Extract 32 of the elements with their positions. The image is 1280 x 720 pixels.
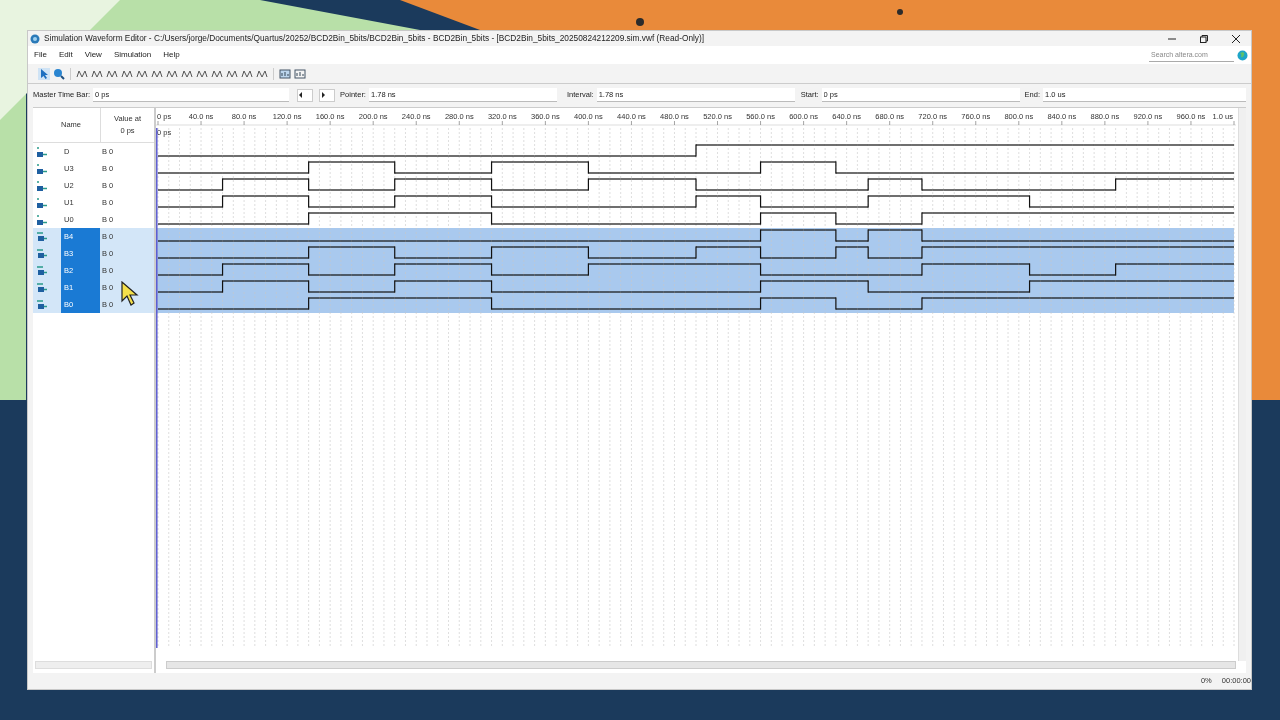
next-button[interactable] [319,88,336,102]
zoom-icon[interactable] [53,67,65,80]
input-pin-icon [36,196,48,209]
menu-item[interactable]: Edit [57,49,74,61]
output-pin-icon [36,264,48,277]
right-arrow-icon [320,92,327,98]
vertical-scrollbar[interactable] [1238,108,1246,661]
input-pin-icon [36,145,48,158]
output-pin-icon [36,281,48,294]
output-pin-icon [36,247,48,260]
horizontal-scrollbar[interactable] [166,661,1236,669]
menu-item[interactable]: View [83,49,103,61]
horizontal-scrollbar[interactable] [35,661,152,669]
mouse-cursor-icon [121,281,139,307]
waveform-app-icon [30,33,40,44]
previous-button[interactable] [297,88,314,102]
menu-item[interactable]: Simulation [112,49,153,61]
restore-icon[interactable] [1199,33,1209,44]
left-arrow-icon [298,92,305,98]
waveform-tool-icon[interactable] [279,67,291,80]
input-pin-icon [36,213,48,226]
input-pin-icon [36,179,48,192]
menu-item[interactable]: File [33,49,48,61]
waveform-tool-icon[interactable] [294,67,306,80]
output-pin-icon [36,298,48,311]
pointer-icon[interactable] [38,67,50,80]
menu-item[interactable]: Help [162,49,181,61]
output-pin-icon [36,230,48,243]
globe-icon[interactable] [1237,49,1248,61]
input-pin-icon [36,162,48,175]
close-icon[interactable] [1231,33,1241,44]
window-title: Simulation Waveform Editor - C:/Users/jorge/Documents/Quartus/20252/BCD2Bin_5bits/BCD2Bin_5bits - BCD2Bin_5bits - [BCD2Bin_5bits_20250824212209.sim.vwf (Read-Only)] [44,32,705,45]
